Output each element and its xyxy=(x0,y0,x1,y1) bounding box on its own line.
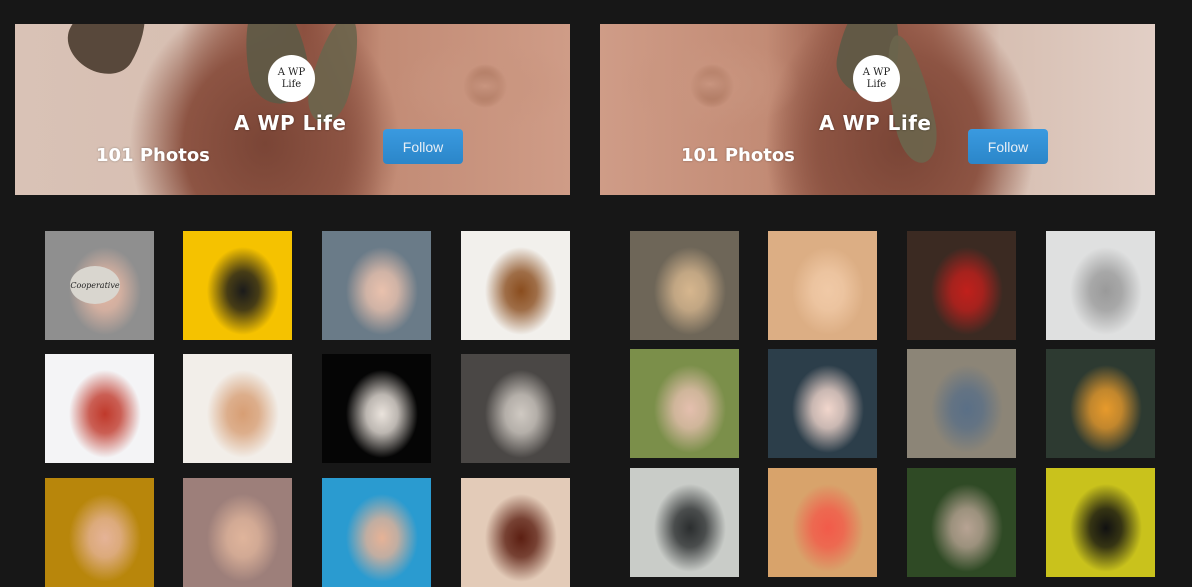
photo-thumbnail[interactable] xyxy=(630,349,739,458)
photo-thumbnail[interactable] xyxy=(630,231,739,340)
photo-thumbnail[interactable] xyxy=(630,468,739,577)
leaf-decoration xyxy=(57,24,163,86)
photo-thumbnail[interactable] xyxy=(183,354,292,463)
photo-thumbnail[interactable] xyxy=(461,478,570,587)
photo-thumbnail[interactable] xyxy=(1046,231,1155,340)
photo-thumbnail[interactable] xyxy=(907,349,1016,458)
photo-thumbnail[interactable] xyxy=(768,468,877,577)
photo-count: 101 Photos xyxy=(681,145,795,166)
profile-banner: A WP Life A WP Life 101 Photos Follow xyxy=(15,24,570,195)
photo-thumbnail[interactable] xyxy=(322,354,431,463)
stone-caption: Cooperative xyxy=(70,266,120,304)
photo-thumbnail[interactable]: Cooperative xyxy=(45,231,154,340)
profile-name: A WP Life xyxy=(819,111,932,135)
photo-thumbnail[interactable] xyxy=(907,468,1016,577)
photo-thumbnail[interactable] xyxy=(45,354,154,463)
profile-name: A WP Life xyxy=(234,111,347,135)
photo-thumbnail[interactable] xyxy=(907,231,1016,340)
photo-thumbnail[interactable] xyxy=(1046,349,1155,458)
follow-button[interactable]: Follow xyxy=(968,129,1048,164)
photo-count: 101 Photos xyxy=(96,145,210,166)
profile-avatar[interactable]: A WP Life xyxy=(853,55,900,102)
photo-thumbnail[interactable] xyxy=(768,349,877,458)
photo-thumbnail[interactable] xyxy=(322,231,431,340)
photo-thumbnail[interactable] xyxy=(768,231,877,340)
photo-thumbnail[interactable] xyxy=(183,478,292,587)
profile-banner: A WP Life A WP Life 101 Photos Follow xyxy=(600,24,1155,195)
photo-thumbnail[interactable] xyxy=(461,354,570,463)
photo-thumbnail[interactable] xyxy=(45,478,154,587)
photo-thumbnail[interactable] xyxy=(322,478,431,587)
photo-thumbnail[interactable] xyxy=(183,231,292,340)
photo-thumbnail[interactable] xyxy=(1046,468,1155,577)
follow-button[interactable]: Follow xyxy=(383,129,463,164)
photo-thumbnail[interactable] xyxy=(461,231,570,340)
profile-avatar[interactable]: A WP Life xyxy=(268,55,315,102)
